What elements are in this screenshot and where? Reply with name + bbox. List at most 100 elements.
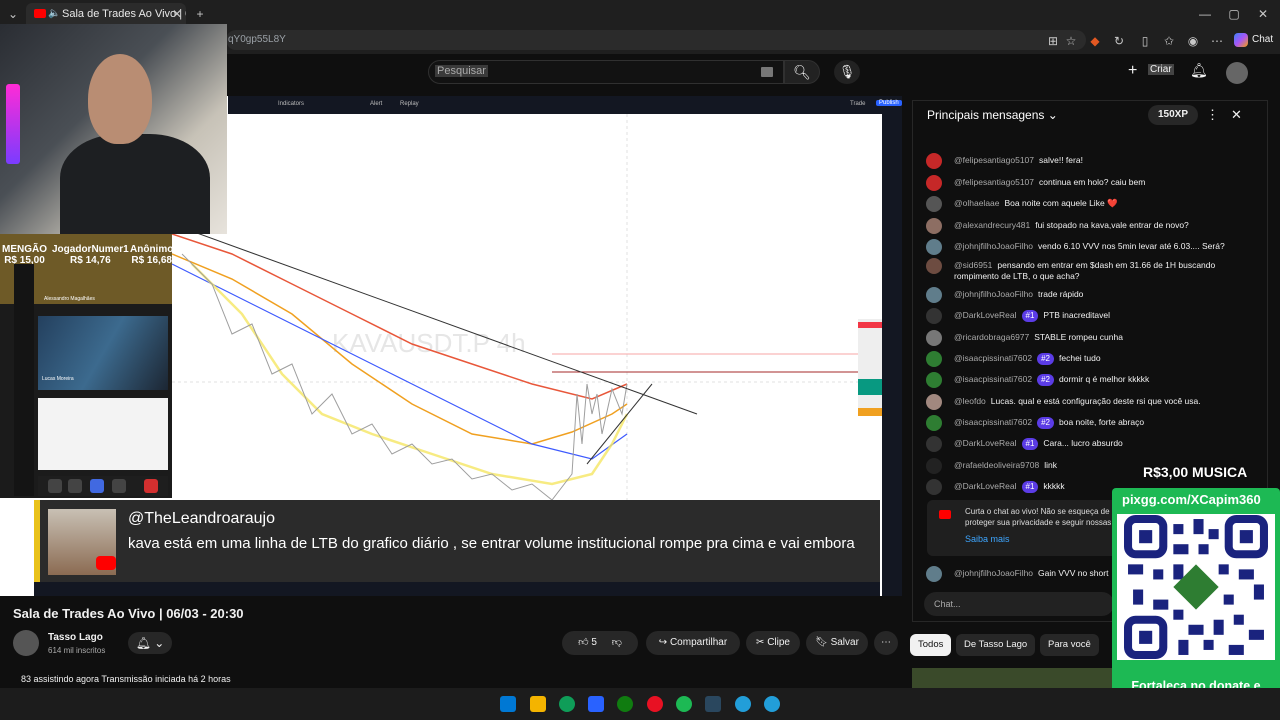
chat-author[interactable]: @rafaeldeoliveira9708 xyxy=(954,460,1039,470)
clip-button[interactable]: ✂ Clipe xyxy=(746,631,800,655)
share-icon: ↪ xyxy=(658,637,670,648)
chat-author[interactable]: @DarkLoveReal xyxy=(954,438,1017,448)
extension-icon[interactable]: ◆ xyxy=(1088,34,1102,48)
copilot-chat-label[interactable]: Chat xyxy=(1252,34,1273,45)
copilot-icon[interactable] xyxy=(1234,33,1248,47)
more-menu-icon[interactable]: ⋯ xyxy=(1210,34,1224,48)
participant-1-name: Alessandro Magalhães xyxy=(44,296,95,302)
chat-author[interactable]: @sid6951 xyxy=(954,260,992,270)
rank-badge: #2 xyxy=(1037,353,1054,365)
profile-icon[interactable]: ◉ xyxy=(1186,34,1200,48)
view-stats: 83 assistindo agora Transmissão iniciada… xyxy=(21,674,231,684)
chat-message-body: @isaacpissinati7602 #2 fechei tudo xyxy=(954,353,1254,365)
new-tab-icon[interactable]: + xyxy=(193,7,207,21)
chat-input[interactable]: Chat... xyxy=(924,592,1114,616)
tab-list-chevron-icon[interactable]: ⌄ xyxy=(6,7,20,21)
share-button[interactable]: ↪ Compartilhar xyxy=(646,631,740,655)
notifications-bell-icon[interactable]: 🔔︎ xyxy=(1190,62,1208,79)
file-explorer-icon[interactable] xyxy=(530,696,546,712)
account-avatar[interactable] xyxy=(1226,62,1248,84)
close-window-icon[interactable]: ✕ xyxy=(1256,7,1270,21)
chat-message-body: @leofdo Lucas. qual e está configuração d… xyxy=(954,396,1254,407)
maximize-icon[interactable]: ▢ xyxy=(1227,7,1241,21)
minimize-icon[interactable]: — xyxy=(1198,7,1212,21)
chat-author[interactable]: @isaacpissinati7602 xyxy=(954,417,1032,427)
chat-author[interactable]: @felipesantiago5107 xyxy=(954,155,1034,165)
app-icon[interactable]: ⊞ xyxy=(1046,34,1060,48)
telegram-icon[interactable] xyxy=(735,696,751,712)
chat-text: continua em holo? caiu bem xyxy=(1039,177,1146,187)
dislike-icon[interactable]: 👎︎ xyxy=(612,637,622,648)
learn-more-link[interactable]: Saiba mais xyxy=(965,534,1010,545)
save-button[interactable]: 🔖︎ Salvar xyxy=(806,631,868,655)
chat-message-body: @johnjfilhoJoaoFilho vendo 6.10 VVV nos 5… xyxy=(954,241,1254,252)
chevron-down-icon: ⌄ xyxy=(1047,108,1058,122)
microphone-icon: 🎙︎ xyxy=(838,64,856,79)
start-menu-icon[interactable] xyxy=(500,696,516,712)
favorites-icon[interactable]: ✩ xyxy=(1162,34,1176,48)
create-plus-icon[interactable]: + xyxy=(1128,62,1137,80)
steam-icon[interactable] xyxy=(705,696,721,712)
edge-browser-icon[interactable] xyxy=(559,696,575,712)
chip-for-you[interactable]: Para você xyxy=(1040,634,1099,656)
speaker-icon[interactable]: 🔈 xyxy=(48,3,60,25)
chat-author[interactable]: @johnjfilhoJoaoFilho xyxy=(954,568,1033,578)
hang-up-icon xyxy=(144,479,158,493)
ma-blue-line xyxy=(172,263,628,460)
channel-name[interactable]: Tasso Lago xyxy=(48,632,103,643)
chat-author[interactable]: @felipesantiago5107 xyxy=(954,177,1034,187)
chip-all[interactable]: Todos xyxy=(910,634,952,656)
url-field[interactable]: qY0gp55L8Y xyxy=(226,30,1086,50)
windows-taskbar xyxy=(0,688,1280,720)
avatar xyxy=(926,153,942,169)
store-icon[interactable] xyxy=(588,696,604,712)
avatar xyxy=(926,351,942,367)
chat-author[interactable]: @johnjfilhoJoaoFilho xyxy=(954,241,1033,251)
xbox-icon[interactable] xyxy=(617,696,633,712)
chat-author[interactable]: @johnjfilhoJoaoFilho xyxy=(954,289,1033,299)
chip-from-channel[interactable]: De Tasso Lago xyxy=(956,634,1036,656)
tv-alert: Alert xyxy=(370,101,383,107)
keyboard-icon[interactable] xyxy=(761,67,773,77)
chat-author[interactable]: @isaacpissinati7602 xyxy=(954,353,1032,363)
subscription-bell-button[interactable]: 🔔︎ ⌄ xyxy=(128,632,172,654)
superchat-overlay: @TheLeandroaraujo kava está em uma linha… xyxy=(34,500,880,582)
donor-2-amount: R$ 14,76 xyxy=(70,255,111,266)
chat-author[interactable]: @DarkLoveReal xyxy=(954,481,1017,491)
chat-author[interactable]: @DarkLoveReal xyxy=(954,310,1017,320)
chat-author[interactable]: @olhaelaae xyxy=(954,198,1000,208)
price-tag-green xyxy=(858,379,882,395)
recommended-video-thumbnail[interactable] xyxy=(912,668,1112,688)
music-request-price: R$3,00 MUSICA xyxy=(1143,464,1248,480)
search-button[interactable]: 🔍︎ xyxy=(784,60,820,84)
telegram-secondary-icon[interactable] xyxy=(764,696,780,712)
tv-trade: Trade xyxy=(850,101,866,107)
like-icon[interactable]: 👍︎ xyxy=(578,637,588,648)
chat-author[interactable]: @isaacpissinati7602 xyxy=(954,374,1032,384)
refresh-extension-icon[interactable]: ↻ xyxy=(1112,34,1126,48)
close-chat-icon[interactable]: ✕ xyxy=(1231,107,1242,123)
chat-more-icon[interactable]: ⋮ xyxy=(1206,107,1219,123)
bell-icon: 🔔︎ ⌄ xyxy=(135,636,165,650)
favorite-star-icon[interactable]: ☆ xyxy=(1064,34,1078,48)
spotify-icon[interactable] xyxy=(676,696,692,712)
chat-notice: Curta o chat ao vivo! Não se esqueça de … xyxy=(927,500,1127,556)
split-screen-icon[interactable]: ▯ xyxy=(1138,34,1152,48)
xp-badge[interactable]: 150XP xyxy=(1148,105,1198,125)
chat-author[interactable]: @alexandrecury481 xyxy=(954,220,1030,230)
more-actions-button[interactable]: ⋯ xyxy=(874,631,898,655)
chat-message-body: @isaacpissinati7602 #2 dormir q é melhor k… xyxy=(954,374,1254,386)
chrome-icon[interactable] xyxy=(647,696,663,712)
search-input[interactable]: Pesquisar xyxy=(428,60,784,84)
chat-author[interactable]: @leofdo xyxy=(954,396,986,406)
channel-avatar[interactable] xyxy=(13,630,39,656)
create-button-label[interactable]: Criar xyxy=(1148,64,1174,75)
chat-mode-selector[interactable]: Principais mensagens ⌄ xyxy=(927,108,1058,122)
close-tab-icon[interactable]: ✕ xyxy=(170,7,184,21)
chat-author[interactable]: @ricardobraga6977 xyxy=(954,332,1029,342)
chat-text: Gain VVV no short xyxy=(1038,568,1109,578)
chat-text: fui stopado na kava,vale entrar de novo? xyxy=(1035,220,1189,230)
voice-search-button[interactable]: 🎙︎ xyxy=(834,60,860,84)
chat-text: PTB inacreditavel xyxy=(1043,310,1111,320)
browser-tab[interactable]: 🔈 Sala de Trades Ao Vivo | 06/03 xyxy=(26,3,186,25)
